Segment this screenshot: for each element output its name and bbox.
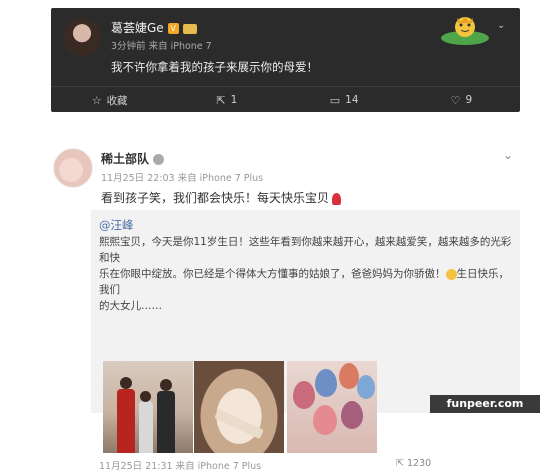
post-text-content: 看到孩子笑，我们都会快乐！每天快乐宝贝 [101,191,330,205]
smile-emoji-icon [445,268,457,280]
username-text[interactable]: 葛荟婕Ge [111,21,164,35]
star-icon: ☆ [91,93,102,107]
repost-author-link[interactable]: @汪峰 [99,217,134,233]
post-card-2: 稀土部队 11月25日 22:03 来自 iPhone 7 Plus ⌄ 看到孩… [51,140,520,472]
verified-badge-icon [153,154,165,165]
username-text[interactable]: 稀土部队 [101,152,149,166]
cartoon-sticker-icon [441,17,489,45]
repost-button[interactable]: ⇱ 1 [168,87,285,113]
comment-button[interactable]: ▭ 14 [286,87,403,113]
photo-balloons[interactable] [287,361,377,453]
chevron-down-icon[interactable]: ⌄ [503,148,513,162]
username[interactable]: 葛荟婕Ge V [111,19,197,36]
post-meta: 3分钟前 来自 iPhone 7 [111,41,212,52]
post-text: 我不许你拿着我的孩子来展示你的母爱！ [111,60,318,74]
avatar[interactable] [63,18,101,56]
repost-text: 熙熙宝贝，今天是你11岁生日！这些年看到你越来越开心，越来越爱笑，越来越多的光彩… [99,234,517,314]
post-text: 看到孩子笑，我们都会快乐！每天快乐宝贝 [101,189,342,206]
repost-stats: ⇱ 1230 [396,458,431,469]
avatar[interactable] [53,148,93,188]
post-card-1: 葛荟婕Ge V 3分钟前 来自 iPhone 7 我不许你拿着我的孩子来展示你的母… [51,8,520,112]
repost-meta: 11月25日 21:31 来自 iPhone 7 Plus [99,461,262,472]
repost-card[interactable]: @汪峰 熙熙宝贝，今天是你11岁生日！这些年看到你越来越开心，越来越爱笑，越来越… [91,210,520,472]
comment-icon: ▭ [329,93,341,107]
username[interactable]: 稀土部队 [101,150,165,167]
repost-count[interactable]: 1230 [407,458,431,469]
repost-text-line: 熙熙宝贝，今天是你11岁生日！这些年看到你越来越开心，越来越爱笑，越来越多的光彩… [99,236,512,264]
comment-count: 14 [345,94,359,106]
watermark-text: funpeer.com [446,397,524,410]
post-meta: 11月25日 22:03 来自 iPhone 7 Plus [101,173,264,184]
like-icon: ♡ [450,93,461,107]
rose-emoji-icon [332,192,342,205]
favorite-label: 收藏 [106,94,128,107]
repost-text-line: 乐在你眼中绽放。你已经是个得体大方懂事的姑娘了，爸爸妈妈为你骄傲！ [99,268,446,280]
watermark: funpeer.com [430,395,540,413]
like-button[interactable]: ♡ 9 [403,87,520,113]
share-icon: ⇱ [216,93,226,107]
photo-family[interactable] [103,361,193,453]
verified-badge-icon: V [167,23,179,34]
repost-count: 1 [230,94,238,106]
share-icon[interactable]: ⇱ [396,458,404,469]
favorite-button[interactable]: ☆ 收藏 [51,87,168,113]
repost-text-line: 的大女儿…… [99,300,162,312]
like-count: 9 [465,94,473,106]
crown-icon [182,23,197,34]
post-actions: ☆ 收藏 ⇱ 1 ▭ 14 ♡ 9 [51,86,520,113]
chevron-down-icon[interactable]: ⌄ [497,20,505,31]
photo-cake[interactable] [194,361,284,453]
